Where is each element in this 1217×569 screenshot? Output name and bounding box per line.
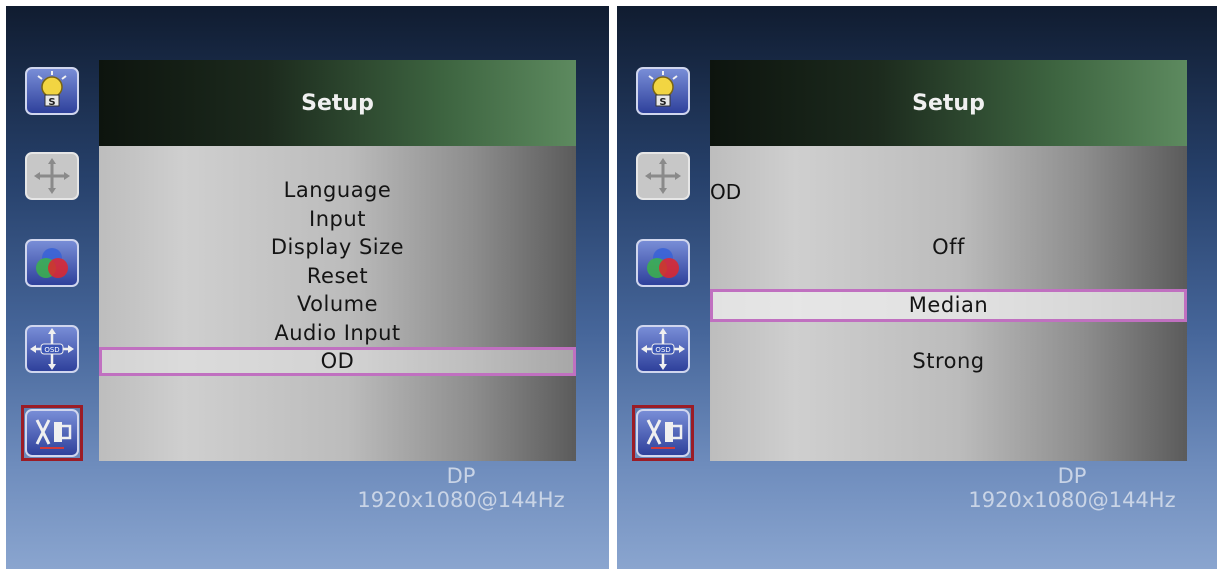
menu-header: Setup: [99, 60, 576, 146]
osd-panel-od-submenu: S OSD Setup OD Off Median Strong DP 1920…: [617, 6, 1217, 569]
menu-body: OD Off Median Strong: [710, 146, 1187, 461]
menu-list: Language Input Display Size Reset Volume…: [99, 176, 576, 376]
submenu-label: OD: [710, 180, 742, 204]
svg-text:S: S: [48, 97, 55, 108]
od-submenu: Setup OD Off Median Strong: [710, 60, 1187, 461]
menu-item-od[interactable]: OD: [99, 347, 576, 376]
input-status: DP 1920x1080@144Hz: [346, 464, 576, 512]
svg-text:OSD: OSD: [655, 346, 670, 354]
option-off[interactable]: Off: [710, 232, 1187, 262]
position-arrows-icon[interactable]: [635, 151, 691, 201]
osd-icon[interactable]: OSD: [24, 324, 80, 374]
menu-item-display-size[interactable]: Display Size: [99, 233, 576, 262]
osd-panel-main-menu: S OSD Setup Language Input Display Size …: [6, 6, 609, 569]
menu-title: Setup: [912, 90, 985, 116]
option-strong[interactable]: Strong: [710, 346, 1187, 376]
svg-text:OSD: OSD: [44, 346, 59, 354]
setup-tools-icon[interactable]: [21, 405, 83, 461]
input-source: DP: [1057, 464, 1087, 488]
resolution-readout: 1920x1080@144Hz: [968, 488, 1176, 512]
menu-item-input[interactable]: Input: [99, 205, 576, 234]
setup-tools-icon[interactable]: [632, 405, 694, 461]
menu-item-language[interactable]: Language: [99, 176, 576, 205]
osd-icon[interactable]: OSD: [635, 324, 691, 374]
color-rgb-icon[interactable]: [635, 238, 691, 288]
input-status: DP 1920x1080@144Hz: [957, 464, 1187, 512]
menu-item-reset[interactable]: Reset: [99, 262, 576, 291]
setup-menu: Setup Language Input Display Size Reset …: [99, 60, 576, 461]
brightness-s-icon[interactable]: S: [635, 66, 691, 116]
svg-text:S: S: [659, 97, 666, 108]
option-median[interactable]: Median: [710, 289, 1187, 322]
menu-item-audio-input[interactable]: Audio Input: [99, 319, 576, 348]
brightness-s-icon[interactable]: S: [24, 66, 80, 116]
menu-item-volume[interactable]: Volume: [99, 290, 576, 319]
resolution-readout: 1920x1080@144Hz: [357, 488, 565, 512]
color-rgb-icon[interactable]: [24, 238, 80, 288]
input-source: DP: [446, 464, 476, 488]
menu-header: Setup: [710, 60, 1187, 146]
menu-body: Language Input Display Size Reset Volume…: [99, 146, 576, 461]
menu-title: Setup: [301, 90, 374, 116]
position-arrows-icon[interactable]: [24, 151, 80, 201]
